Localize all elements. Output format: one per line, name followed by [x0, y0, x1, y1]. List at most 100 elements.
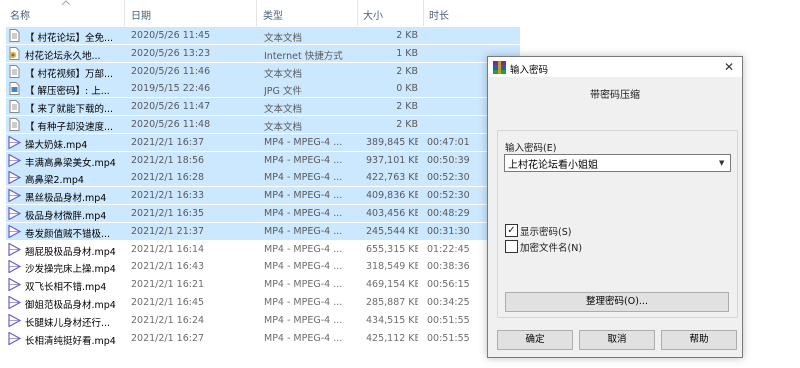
file-size: 469,154 KB: [366, 279, 418, 291]
column-date[interactable]: 日期: [131, 7, 151, 22]
file-duration: 00:52:30: [427, 172, 470, 184]
help-button[interactable]: 帮助: [661, 330, 737, 350]
encrypt-filenames-checkbox[interactable]: [505, 240, 518, 253]
file-date: 2021/2/1 16:45: [131, 297, 205, 308]
file-row[interactable]: 御姐范极品身材.mp4 2021/2/1 16:45 MP4 - MPEG-4 ..…: [6, 294, 520, 311]
ok-button[interactable]: 确定: [497, 330, 573, 350]
file-type: MP4 - MPEG-4 ...: [264, 225, 343, 237]
file-date: 2021/2/1 16:43: [131, 261, 205, 273]
file-name: 操大奶妹.mp4: [25, 139, 88, 151]
text-file-icon: [8, 100, 21, 114]
file-row[interactable]: 长腿妹儿身材还行... 2021/2/1 16:24 MP4 - MPEG-4 ..…: [6, 312, 520, 329]
video-file-icon: [8, 206, 22, 221]
password-input[interactable]: [504, 154, 731, 172]
video-file-icon: [8, 153, 22, 168]
file-type: JPG 文件: [264, 86, 302, 98]
file-type: MP4 - MPEG-4 ...: [264, 208, 343, 219]
video-file-icon: [8, 277, 22, 292]
file-row[interactable]: 【 村花视频】万部... 2020/5/26 11:46 文本文档 2 KB: [6, 62, 520, 80]
file-name: 长相清纯挺好看.mp4: [25, 335, 116, 347]
file-type: 文本文档: [264, 68, 303, 80]
file-name: 丰满高鼻梁美女.mp4: [25, 157, 116, 169]
column-divider[interactable]: [423, 0, 424, 26]
file-row[interactable]: 沙发操完床上操.mp4 2021/2/1 16:43 MP4 - MPEG-4 ..…: [6, 258, 520, 275]
file-type: MP4 - MPEG-4 ...: [264, 332, 343, 344]
column-size[interactable]: 大小: [363, 7, 383, 22]
file-row[interactable]: 高鼻梁2.mp4 2021/2/1 16:28 MP4 - MPEG-4 ... 42…: [6, 169, 520, 187]
cancel-button[interactable]: 取消: [579, 330, 655, 350]
file-duration: 00:38:36: [427, 261, 470, 273]
chevron-down-icon[interactable]: ▼: [719, 155, 729, 171]
file-duration: 00:52:30: [427, 190, 470, 202]
file-size: 245,544 KB: [366, 225, 418, 237]
file-row[interactable]: 翘屁股极品身材.mp4 2021/2/1 16:14 MP4 - MPEG-4 ..…: [6, 241, 520, 258]
file-duration: 00:56:15: [427, 279, 470, 291]
video-file-icon: [8, 331, 22, 346]
file-size: 285,887 KB: [366, 297, 418, 308]
file-size: 434,515 KB: [366, 314, 418, 326]
file-size: 403,456 KB: [366, 208, 418, 219]
organize-passwords-button[interactable]: 整理密码(O)...: [505, 292, 729, 312]
file-row[interactable]: 极品身材微胖.mp4 2021/2/1 16:35 MP4 - MPEG-4 ...…: [6, 205, 520, 222]
file-date: 2021/2/1 16:37: [131, 136, 205, 148]
column-divider[interactable]: [124, 0, 125, 26]
file-duration: 00:51:55: [427, 332, 470, 344]
file-row[interactable]: 村花论坛永久地... 2020/5/26 13:23 Internet 快捷方式 1 …: [6, 44, 520, 62]
file-duration: 00:50:39: [427, 154, 470, 166]
file-type: MP4 - MPEG-4 ...: [264, 136, 343, 148]
file-row[interactable]: 【 来了就能下载的... 2020/5/26 11:47 文本文档 2 KB: [6, 98, 520, 116]
encrypt-filenames-label[interactable]: 加密文件名(N): [520, 240, 582, 254]
file-date: 2021/2/1 16:21: [131, 279, 205, 291]
file-size: 2 KB: [396, 30, 418, 41]
file-type: Internet 快捷方式: [264, 50, 343, 62]
file-name: 极品身材微胖.mp4: [25, 211, 107, 222]
show-password-label[interactable]: 显示密码(S): [520, 224, 571, 238]
file-date: 2021/2/1 16:24: [131, 314, 205, 326]
file-row[interactable]: 长相清纯挺好看.mp4 2021/2/1 16:27 MP4 - MPEG-4 ..…: [6, 330, 520, 347]
file-row[interactable]: 丰满高鼻梁美女.mp4 2021/2/1 18:56 MP4 - MPEG-4 ..…: [6, 151, 520, 169]
file-date: 2020/5/26 11:45: [131, 30, 211, 41]
file-type: MP4 - MPEG-4 ...: [264, 154, 343, 166]
file-date: 2019/5/15 22:46: [131, 83, 211, 95]
file-row[interactable]: 操大奶妹.mp4 2021/2/1 16:37 MP4 - MPEG-4 ... 38…: [6, 133, 520, 151]
file-name: 卷发颜值贼不错极...: [25, 228, 111, 240]
file-type: MP4 - MPEG-4 ...: [264, 190, 343, 202]
file-date: 2021/2/1 16:14: [131, 243, 205, 255]
file-size: 2 KB: [396, 119, 418, 130]
file-type: MP4 - MPEG-4 ...: [264, 172, 343, 184]
file-row[interactable]: 【 解压密码】: 上... 2019/5/15 22:46 JPG 文件 0 KB: [6, 80, 520, 98]
file-type: MP4 - MPEG-4 ...: [264, 243, 343, 255]
file-name: 御姐范极品身材.mp4: [25, 300, 116, 311]
file-date: 2020/5/26 11:47: [131, 101, 211, 113]
file-row[interactable]: 【 村花论坛】全免... 2020/5/26 11:45 文本文档 2 KB: [6, 27, 520, 44]
file-size: 0 KB: [396, 83, 418, 95]
file-name: 高鼻梁2.mp4: [25, 175, 84, 187]
file-size: 2 KB: [396, 101, 418, 113]
file-size: 425,112 KB: [366, 332, 418, 344]
file-date: 2021/2/1 16:33: [131, 190, 205, 202]
video-file-icon: [8, 259, 22, 274]
file-name: 【 来了就能下载的...: [25, 104, 114, 116]
file-row[interactable]: 黑丝极品身材.mp4 2021/2/1 16:33 MP4 - MPEG-4 ...…: [6, 187, 520, 205]
column-duration[interactable]: 时长: [429, 7, 449, 22]
column-divider[interactable]: [357, 0, 358, 26]
file-date: 2021/2/1 18:56: [131, 154, 205, 166]
file-row[interactable]: 卷发颜值贼不错极... 2021/2/1 21:37 MP4 - MPEG-4 ..…: [6, 222, 520, 240]
file-row[interactable]: 双飞长相不错.mp4 2021/2/1 16:21 MP4 - MPEG-4 ...…: [6, 276, 520, 293]
file-size: 318,549 KB: [366, 261, 418, 273]
video-file-icon: [8, 295, 22, 310]
column-divider[interactable]: [256, 0, 257, 26]
column-type[interactable]: 类型: [263, 7, 283, 22]
file-duration: 01:22:45: [427, 243, 470, 255]
close-icon[interactable]: ✕: [722, 60, 736, 74]
file-name: 【 村花视频】万部...: [25, 68, 114, 80]
file-row[interactable]: 【 有种子却没速度... 2020/5/26 11:48 文本文档 2 KB: [6, 116, 520, 133]
file-name: 翘屁股极品身材.mp4: [25, 246, 116, 258]
file-name: 黑丝极品身材.mp4: [25, 193, 107, 205]
show-password-checkbox[interactable]: ✓: [505, 224, 518, 237]
dialog-titlebar[interactable]: 输入密码 ✕: [488, 57, 742, 77]
password-label: 输入密码(E): [505, 143, 557, 154]
file-date: 2020/5/26 13:23: [131, 47, 211, 59]
column-name[interactable]: 名称: [10, 7, 30, 22]
video-file-icon: [8, 313, 22, 328]
